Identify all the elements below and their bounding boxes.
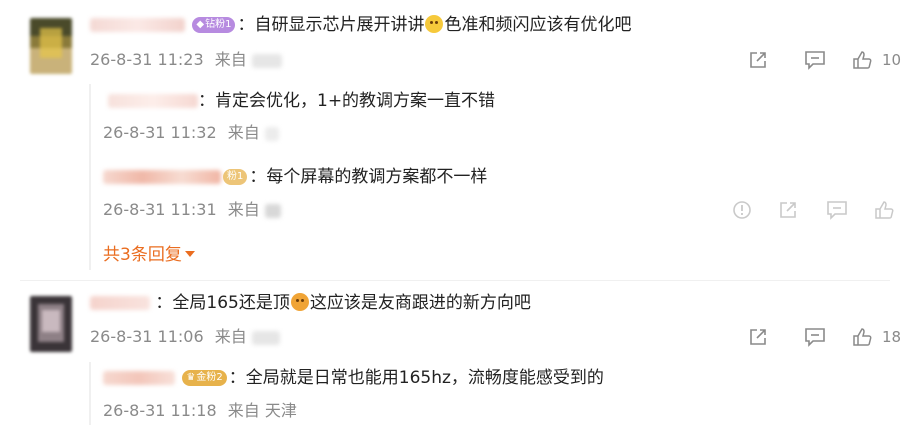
timestamp: 26-8-31 11:18	[103, 401, 217, 420]
avatar[interactable]	[30, 296, 72, 352]
comment-button[interactable]	[826, 200, 848, 220]
comment-divider	[20, 280, 890, 281]
reply-list	[89, 362, 91, 425]
username-redacted[interactable]	[90, 18, 185, 32]
share-icon	[750, 329, 766, 345]
report-icon	[733, 201, 751, 219]
location-label: 来自	[214, 50, 247, 69]
reply-text: ：全局就是日常也能用165hz，流畅度能感受到的	[228, 368, 604, 388]
fan-badge[interactable]: 粉1	[223, 169, 248, 185]
comment-icon	[805, 328, 825, 347]
timestamp: 26-8-31 11:06	[90, 327, 204, 346]
timestamp: 26-8-31 11:23	[90, 50, 204, 69]
timestamp: 26-8-31 11:31	[103, 200, 217, 219]
reply-list	[89, 84, 91, 270]
location-label: 来自	[227, 123, 260, 142]
comment-text-line: ：全局165还是顶 这应该是友商跟进的新方向吧	[90, 291, 531, 315]
location-label: 来自	[214, 327, 247, 346]
comment-text-cont: 色准和频闪应该有优化吧	[444, 15, 632, 35]
reply-meta: 26-8-31 11:18 来自 天津	[103, 400, 297, 422]
comment-button[interactable]	[804, 327, 826, 347]
location-redacted	[264, 126, 279, 141]
timestamp: 26-8-31 11:32	[103, 123, 217, 142]
like-count: 10	[882, 51, 902, 69]
location-redacted	[251, 53, 282, 68]
like-button[interactable]: 10	[852, 50, 901, 70]
location-redacted	[251, 330, 280, 345]
diamond-icon: ◆	[196, 19, 205, 30]
username-redacted[interactable]	[103, 170, 221, 184]
like-button[interactable]: 18	[852, 327, 901, 347]
reply-text-line: ：肯定会优化，1+的教调方案一直不错	[108, 89, 495, 113]
emoji-face-icon	[290, 293, 309, 311]
reply-text: ：肯定会优化，1+的教调方案一直不错	[198, 91, 496, 111]
comment-text: ：全局165还是顶	[155, 293, 290, 313]
comment-text-cont: 这应该是友商跟进的新方向吧	[309, 293, 531, 313]
share-icon	[750, 52, 766, 68]
emoji-face-icon	[425, 15, 444, 33]
like-icon	[875, 201, 894, 219]
crown-icon: ♛	[186, 372, 196, 383]
like-button[interactable]	[874, 200, 894, 220]
location-label: 来自	[227, 401, 260, 420]
comment-icon	[805, 51, 825, 70]
reply-text-line: 粉1 ：每个屏幕的教调方案都不一样	[103, 165, 487, 189]
comment-text: ：自研显示芯片展开讲讲	[237, 15, 425, 35]
comment-icon	[827, 201, 847, 220]
reply-actions	[732, 200, 894, 220]
share-button[interactable]	[748, 50, 768, 70]
chevron-down-icon	[184, 251, 195, 257]
fan-badge[interactable]: ◆钻粉1	[192, 17, 236, 33]
location-redacted	[264, 203, 281, 218]
reply-text-line: ♛金粉2 ：全局就是日常也能用165hz，流畅度能感受到的	[103, 366, 604, 390]
like-count: 18	[882, 328, 902, 346]
comment-actions: 18	[748, 327, 901, 347]
share-button[interactable]	[748, 327, 768, 347]
username-redacted[interactable]	[103, 371, 175, 385]
fan-badge[interactable]: ♛金粉2	[182, 370, 227, 386]
report-button[interactable]	[732, 200, 752, 220]
username-redacted[interactable]	[108, 94, 198, 108]
more-replies-link[interactable]: 共3条回复	[103, 240, 195, 265]
share-icon	[780, 202, 796, 218]
comment-meta: 26-8-31 11:06 来自	[90, 326, 280, 348]
comment-text-line: ◆钻粉1 ：自研显示芯片展开讲讲 色准和频闪应该有优化吧	[90, 13, 631, 37]
avatar[interactable]	[30, 18, 72, 74]
more-replies-label: 共3条回复	[103, 245, 182, 265]
location-value: 天津	[264, 401, 297, 420]
share-button[interactable]	[778, 200, 798, 220]
reply-meta: 26-8-31 11:31 来自	[103, 199, 281, 221]
reply-text: ：每个屏幕的教调方案都不一样	[249, 167, 488, 187]
comment-button[interactable]	[804, 50, 826, 70]
reply-meta: 26-8-31 11:32 来自	[103, 122, 279, 144]
location-label: 来自	[227, 200, 260, 219]
like-icon	[853, 51, 872, 69]
username-redacted[interactable]	[90, 296, 150, 310]
comment-meta: 26-8-31 11:23 来自	[90, 49, 282, 71]
like-icon	[853, 328, 872, 346]
comment-actions: 10	[748, 50, 901, 70]
